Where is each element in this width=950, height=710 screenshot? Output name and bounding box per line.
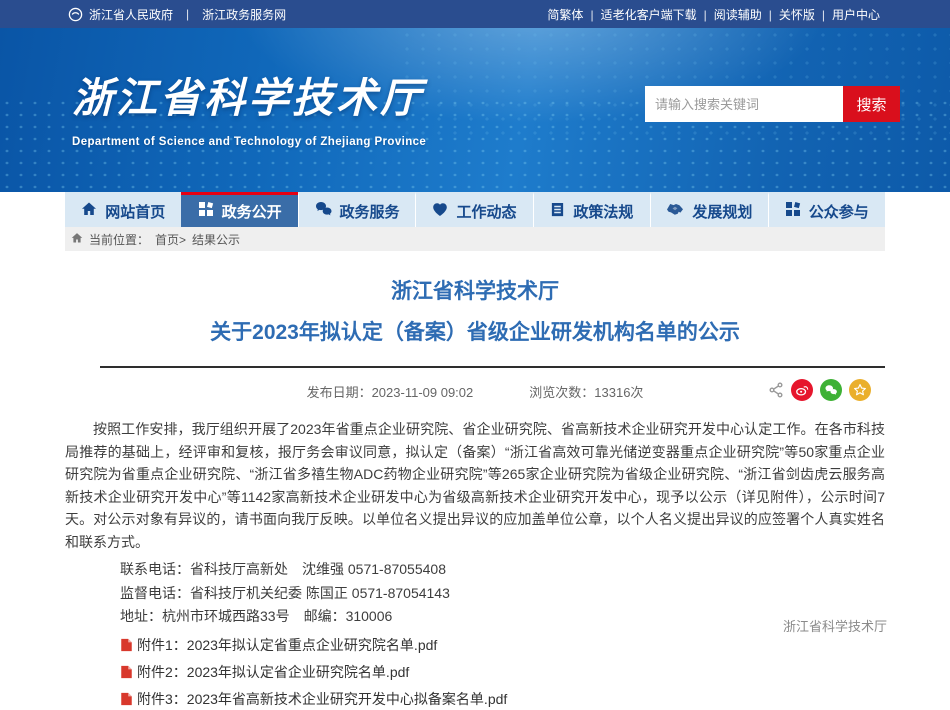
breadcrumb-label: 当前位置： — [89, 231, 149, 248]
contact-block: 联系电话：省科技厅高新处 沈维强 0571-87055408 监督电话：省科技厅… — [65, 558, 885, 629]
chat-bubbles-icon — [315, 201, 332, 221]
breadcrumb: 当前位置： 首页> 结果公示 — [65, 227, 885, 251]
topbar-link-gov-portal[interactable]: 浙江省人民政府 — [89, 6, 173, 23]
publish-date-label: 发布日期： — [307, 385, 372, 400]
article: 浙江省科学技术厅 关于2023年拟认定（备案）省级企业研发机构名单的公示 发布日… — [65, 251, 885, 710]
search-bar: 搜索 — [645, 86, 900, 122]
contact-phone-line: 联系电话：省科技厅高新处 沈维强 0571-87055408 — [120, 558, 885, 582]
attachment-row: 附件3：2023年省高新技术企业研究开发中心拟备案名单.pdf — [120, 689, 885, 710]
nav-item-label: 发展规划 — [692, 201, 752, 222]
article-title-line2: 关于2023年拟认定（备案）省级企业研发机构名单的公示 — [65, 318, 885, 348]
handshake-icon — [666, 202, 684, 221]
pdf-icon — [120, 638, 133, 652]
article-title-line1: 浙江省科学技术厅 — [65, 277, 885, 307]
qzone-icon[interactable] — [849, 379, 871, 401]
topbar-link-care-version[interactable]: 关怀版 — [779, 8, 815, 22]
weibo-icon[interactable] — [791, 379, 813, 401]
topbar-link-reading-aid[interactable]: 阅读辅助 — [714, 8, 762, 22]
attachment-link-3[interactable]: 附件3：2023年省高新技术企业研究开发中心拟备案名单.pdf — [137, 689, 507, 710]
attachment-link-1[interactable]: 附件1：2023年拟认定省重点企业研究院名单.pdf — [137, 635, 437, 656]
publish-date-value: 2023-11-09 09:02 — [372, 385, 474, 400]
nav-item-label: 网站首页 — [105, 201, 165, 222]
article-meta: 发布日期：2023-11-09 09:02 浏览次数：13316次 — [65, 379, 885, 403]
article-paragraph: 按照工作安排，我厅组织开展了2023年省重点企业研究院、省企业研究院、省高新技术… — [65, 418, 885, 553]
address-line: 地址：杭州市环城西路33号 邮编：310006 — [120, 605, 885, 629]
wechat-icon[interactable] — [820, 379, 842, 401]
nav-item-label: 政务服务 — [340, 201, 400, 222]
nav-item-work-updates[interactable]: 工作动态 — [415, 192, 532, 227]
site-name: 浙江省科学技术厅 — [72, 64, 426, 124]
nav-item-home[interactable]: 网站首页 — [65, 192, 181, 227]
site-logo[interactable]: 浙江省科学技术厅 Department of Science and Techn… — [72, 64, 426, 148]
separator: | — [822, 8, 825, 22]
pdf-icon — [120, 692, 133, 706]
nav-item-gov-disclosure[interactable]: 政务公开 — [181, 192, 297, 227]
breadcrumb-current: 结果公示 — [192, 231, 240, 248]
nav-item-public-participation[interactable]: 公众参与 — [768, 192, 885, 227]
views-value: 13316次 — [594, 385, 643, 400]
nav-item-label: 工作动态 — [456, 201, 516, 222]
share-icon[interactable] — [768, 382, 784, 398]
attachments: 附件1：2023年拟认定省重点企业研究院名单.pdf 附件2：2023年拟认定省… — [65, 635, 885, 710]
search-input[interactable] — [645, 86, 843, 122]
nav-item-label: 政策法规 — [573, 201, 633, 222]
site-banner: 浙江省科学技术厅 Department of Science and Techn… — [0, 28, 950, 192]
separator: | — [186, 7, 189, 21]
nav-item-label: 政务公开 — [222, 201, 282, 222]
attachment-row: 附件2：2023年拟认定省企业研究院名单.pdf — [120, 662, 885, 683]
heart-icon — [432, 202, 448, 221]
attachment-row: 附件1：2023年拟认定省重点企业研究院名单.pdf — [120, 635, 885, 656]
home-small-icon — [71, 232, 83, 247]
grid-icon — [785, 201, 801, 221]
nav-item-development-plans[interactable]: 发展规划 — [650, 192, 767, 227]
attachment-link-2[interactable]: 附件2：2023年拟认定省企业研究院名单.pdf — [137, 662, 409, 683]
views-label: 浏览次数： — [529, 385, 594, 400]
top-utility-bar: 浙江省人民政府 | 浙江政务服务网 简繁体 | 适老化客户端下载 | 阅读辅助 | 关怀版 |… — [0, 0, 950, 28]
nav-item-gov-services[interactable]: 政务服务 — [298, 192, 415, 227]
home-icon — [81, 201, 97, 221]
title-divider — [100, 366, 885, 368]
gov-emblem-icon — [68, 7, 83, 22]
pdf-icon — [120, 665, 133, 679]
nav-item-policies[interactable]: 政策法规 — [533, 192, 650, 227]
search-button[interactable]: 搜索 — [843, 86, 900, 122]
topbar-link-user-center[interactable]: 用户中心 — [832, 8, 880, 22]
grid-icon — [198, 201, 214, 221]
site-name-english: Department of Science and Technology of … — [72, 136, 426, 148]
supervision-phone-line: 监督电话：省科技厅机关纪委 陈国正 0571-87054143 — [120, 582, 885, 606]
nav-item-label: 公众参与 — [809, 201, 869, 222]
topbar-link-service-portal[interactable]: 浙江政务服务网 — [202, 6, 286, 23]
separator: | — [704, 8, 707, 22]
topbar-link-simplified-traditional[interactable]: 简繁体 — [547, 8, 583, 22]
document-icon — [550, 202, 565, 221]
main-navigation: 网站首页 政务公开 政务服务 工作动态 政策法规 发展规划 公众参与 — [65, 192, 885, 227]
breadcrumb-home-link[interactable]: 首页> — [155, 231, 186, 248]
separator: | — [769, 8, 772, 22]
separator: | — [590, 8, 593, 22]
topbar-link-elderly-client[interactable]: 适老化客户端下载 — [601, 8, 697, 22]
